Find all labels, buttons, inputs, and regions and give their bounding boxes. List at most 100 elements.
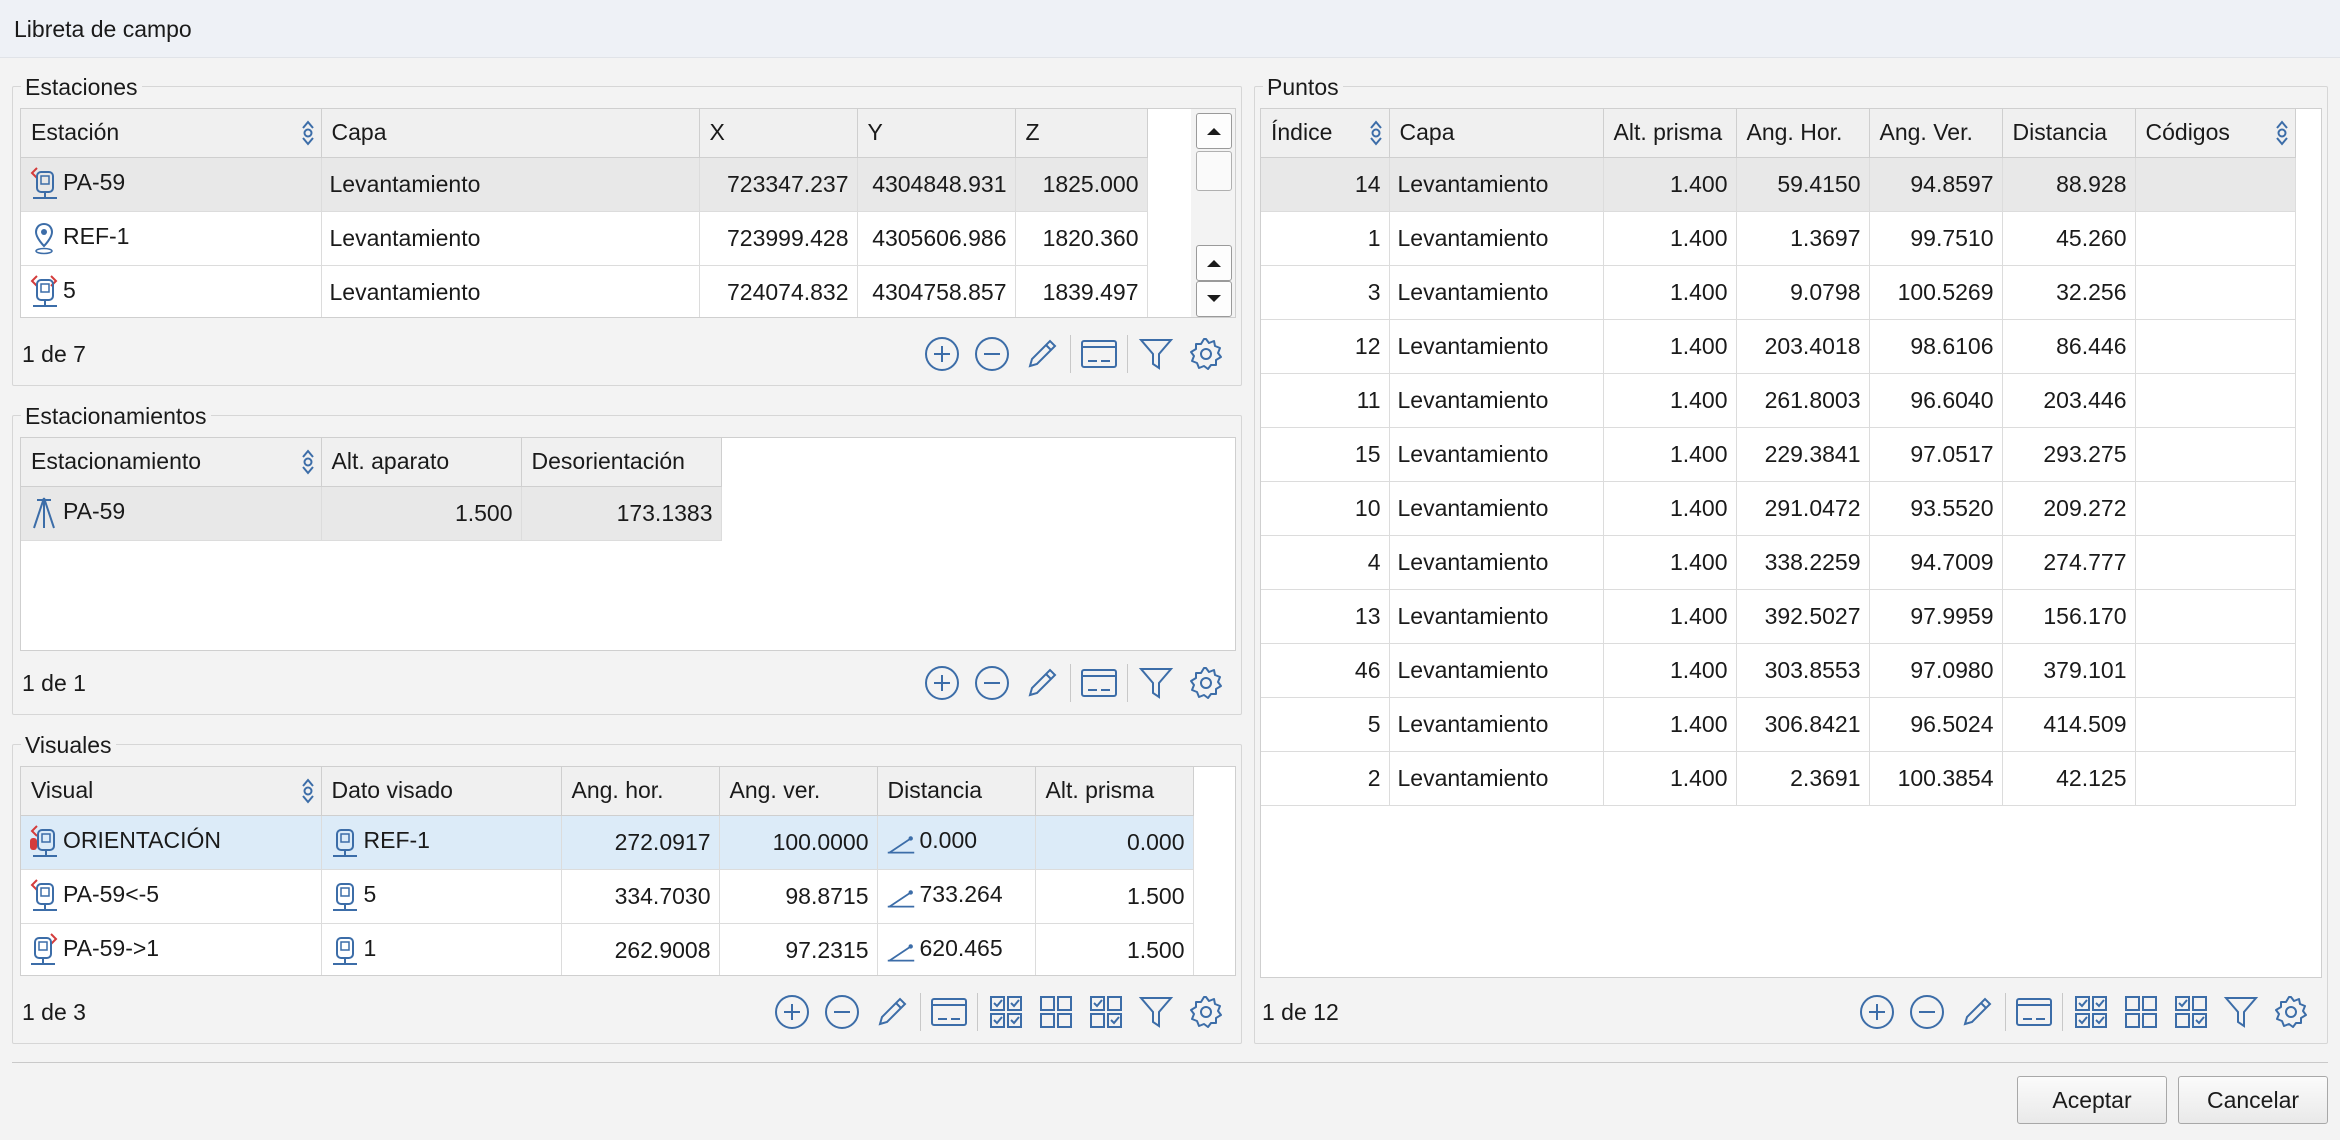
filter-button[interactable] — [1134, 332, 1178, 376]
view-button[interactable] — [1077, 661, 1121, 705]
distance-icon — [887, 890, 914, 908]
col-z[interactable]: Z — [1014, 109, 1148, 158]
gear-icon — [1190, 996, 1222, 1028]
accept-button[interactable]: Aceptar — [2017, 1076, 2167, 1124]
table-row[interactable]: PA-59 1.500 173.1383 — [21, 485, 722, 541]
view-button[interactable] — [2012, 990, 2056, 1034]
col-capa[interactable]: Capa — [320, 109, 700, 158]
settings-button[interactable] — [1184, 990, 1228, 1034]
estaciones-label: Estaciones — [21, 74, 142, 101]
toolbar-separator — [1070, 664, 1071, 702]
table-row[interactable]: 13 Levantamiento 1.400 392.5027 97.9959 156.1… — [1261, 588, 2296, 644]
view-button[interactable] — [927, 990, 971, 1034]
col-codigos[interactable]: Códigos — [2134, 109, 2296, 158]
cancel-button[interactable]: Cancelar — [2178, 1076, 2328, 1124]
remove-button[interactable] — [970, 661, 1014, 705]
col-alt-prisma[interactable]: Alt. prisma — [1602, 109, 1737, 158]
visuales-pager: 1 de 3 — [22, 999, 86, 1025]
view-button[interactable] — [1077, 332, 1121, 376]
estaciones-scrollbar[interactable] — [1191, 109, 1235, 317]
plus-circle-icon — [925, 666, 959, 700]
table-row[interactable]: 15 Levantamiento 1.400 229.3841 97.0517 293.2… — [1261, 426, 2296, 482]
col-capa[interactable]: Capa — [1388, 109, 1604, 158]
table-row[interactable]: PA-59<-5 5 334.7030 98.8715 733.264 1.50… — [21, 868, 1194, 924]
col-distancia[interactable]: Distancia — [876, 767, 1036, 816]
table-row[interactable]: 3 Levantamiento 1.400 9.0798 100.5269 32.256 — [1261, 264, 2296, 320]
select-all-button[interactable] — [984, 990, 1028, 1034]
table-row[interactable]: 12 Levantamiento 1.400 203.4018 98.6106 86.44… — [1261, 318, 2296, 374]
table-row[interactable]: 14 Levantamiento 1.400 59.4150 94.8597 88.928 — [1261, 156, 2296, 212]
col-estacionamiento[interactable]: Estacionamiento — [21, 438, 322, 487]
table-row[interactable]: PA-59 Levantamiento 723347.237 4304848.9… — [21, 156, 1148, 212]
sort-icon[interactable] — [299, 446, 317, 478]
invert-selection-button[interactable] — [1084, 990, 1128, 1034]
gear-icon — [2275, 996, 2307, 1028]
col-desorientacion[interactable]: Desorientación — [520, 438, 722, 487]
table-row[interactable]: PA-59->1 1 262.9008 97.2315 620.465 1.50… — [21, 922, 1194, 975]
add-button[interactable] — [770, 990, 814, 1034]
col-distancia[interactable]: Distancia — [2001, 109, 2136, 158]
cell-dist: 274.777 — [2001, 534, 2136, 590]
puntos-toolbar — [1852, 990, 2316, 1034]
visuales-table: Visual Dato visado Ang. hor. Ang. ver. D… — [20, 766, 1236, 976]
deselect-all-button[interactable] — [2119, 990, 2163, 1034]
select-all-button[interactable] — [2069, 990, 2113, 1034]
table-row[interactable]: 46 Levantamiento 1.400 303.8553 97.0980 379.1… — [1261, 642, 2296, 698]
cell-ah: 392.5027 — [1735, 588, 1870, 644]
filter-button[interactable] — [1134, 990, 1178, 1034]
add-button[interactable] — [920, 332, 964, 376]
col-ang-hor[interactable]: Ang. Hor. — [1735, 109, 1870, 158]
col-dato-visado[interactable]: Dato visado — [320, 767, 562, 816]
cell-alt: 1.400 — [1602, 480, 1737, 536]
scroll-up-button[interactable] — [1196, 113, 1232, 149]
col-y[interactable]: Y — [856, 109, 1016, 158]
table-row[interactable]: 2 Levantamiento 1.400 2.3691 100.3854 42.125 — [1261, 750, 2296, 806]
col-indice[interactable]: Índice — [1261, 109, 1390, 158]
col-ang-hor[interactable]: Ang. hor. — [560, 767, 720, 816]
sort-icon[interactable] — [299, 775, 317, 807]
table-row[interactable]: 5 Levantamiento 724074.832 4304758.857 1… — [21, 264, 1148, 317]
edit-button[interactable] — [870, 990, 914, 1034]
sort-icon[interactable] — [2273, 117, 2291, 149]
sort-icon[interactable] — [299, 117, 317, 149]
table-row[interactable]: 1 Levantamiento 1.400 1.3697 99.7510 45.260 — [1261, 210, 2296, 266]
deselect-all-button[interactable] — [1034, 990, 1078, 1034]
invert-selection-button[interactable] — [2169, 990, 2213, 1034]
toolbar-separator — [1127, 664, 1128, 702]
scroll-thumb[interactable] — [1196, 151, 1232, 191]
table-row[interactable]: REF-1 Levantamiento 723999.428 4305606.9… — [21, 210, 1148, 266]
settings-button[interactable] — [2269, 990, 2313, 1034]
col-alt-prisma[interactable]: Alt. prisma — [1034, 767, 1194, 816]
settings-button[interactable] — [1184, 332, 1228, 376]
table-row[interactable]: 5 Levantamiento 1.400 306.8421 96.5024 414.50… — [1261, 696, 2296, 752]
cell-alt: 1.400 — [1602, 588, 1737, 644]
col-x[interactable]: X — [698, 109, 858, 158]
col-ang-ver[interactable]: Ang. Ver. — [1868, 109, 2003, 158]
col-alt-aparato[interactable]: Alt. aparato — [320, 438, 522, 487]
cell-ah: 338.2259 — [1735, 534, 1870, 590]
edit-button[interactable] — [1020, 332, 1064, 376]
sort-icon[interactable] — [1367, 117, 1385, 149]
filter-button[interactable] — [2219, 990, 2263, 1034]
scroll-down-button[interactable] — [1196, 281, 1232, 317]
col-visual[interactable]: Visual — [21, 767, 322, 816]
table-row[interactable]: 4 Levantamiento 1.400 338.2259 94.7009 274.77… — [1261, 534, 2296, 590]
cell-alt: 1.400 — [1602, 210, 1737, 266]
edit-button[interactable] — [1955, 990, 1999, 1034]
add-button[interactable] — [920, 661, 964, 705]
pencil-icon — [878, 997, 907, 1026]
filter-button[interactable] — [1134, 661, 1178, 705]
remove-button[interactable] — [820, 990, 864, 1034]
col-estacion[interactable]: Estación — [21, 109, 322, 158]
table-row[interactable]: 10 Levantamiento 1.400 291.0472 93.5520 209.2… — [1261, 480, 2296, 536]
table-row[interactable]: 11 Levantamiento 1.400 261.8003 96.6040 203.4… — [1261, 372, 2296, 428]
col-ang-ver[interactable]: Ang. ver. — [718, 767, 878, 816]
scroll-up-button[interactable] — [1196, 245, 1232, 281]
remove-button[interactable] — [1905, 990, 1949, 1034]
add-button[interactable] — [1855, 990, 1899, 1034]
edit-button[interactable] — [1020, 661, 1064, 705]
settings-button[interactable] — [1184, 661, 1228, 705]
remove-button[interactable] — [970, 332, 1014, 376]
cell-idx: 2 — [1261, 750, 1390, 806]
table-row[interactable]: ORIENTACIÓN REF-1 272.0917 100.0000 0.00… — [21, 814, 1194, 870]
